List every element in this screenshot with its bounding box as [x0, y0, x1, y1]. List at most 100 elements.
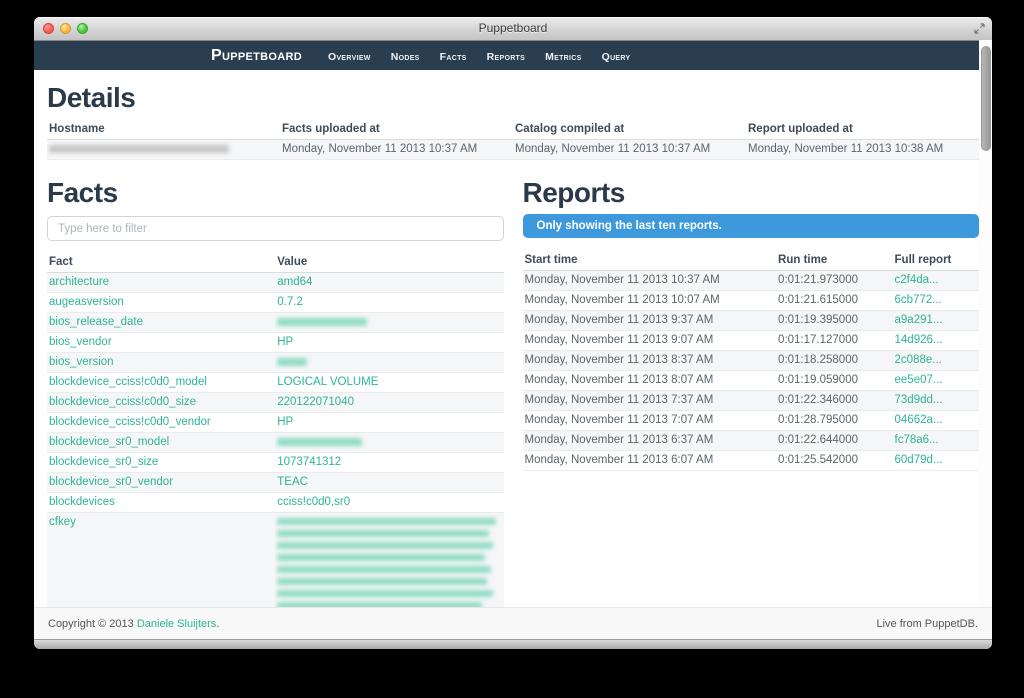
- fact-row: blockdevice_cciss!c0d0_model LOGICAL VOLU…: [47, 373, 504, 393]
- nav-item-query[interactable]: Query: [592, 51, 641, 63]
- fact-name-link[interactable]: blockdevices: [49, 496, 115, 508]
- navbar-brand[interactable]: Puppetboard: [211, 47, 302, 65]
- report-row: Monday, November 11 2013 7:37 AM0:01:22.…: [523, 391, 980, 411]
- fact-value-cell: 1073741312: [275, 453, 503, 473]
- report-start-time-cell: Monday, November 11 2013 9:07 AM: [523, 331, 777, 351]
- report-row: Monday, November 11 2013 8:07 AM0:01:19.…: [523, 371, 980, 391]
- fact-name-link[interactable]: blockdevice_sr0_model: [49, 436, 169, 448]
- report-run-time-cell: 0:01:28.795000: [776, 411, 892, 431]
- fact-name-link[interactable]: blockdevice_cciss!c0d0_vendor: [49, 416, 211, 428]
- fact-value-link[interactable]: amd64: [277, 276, 312, 288]
- report-row: Monday, November 11 2013 10:07 AM0:01:21…: [523, 291, 980, 311]
- fact-name-link[interactable]: blockdevice_cciss!c0d0_model: [49, 376, 207, 388]
- fact-value-link[interactable]: 1073741312: [277, 456, 341, 468]
- facts-filter-input[interactable]: [47, 216, 504, 241]
- fact-value-link[interactable]: 220122071040: [277, 396, 354, 408]
- report-hash-cell: 6cb772...: [893, 291, 979, 311]
- details-date-cell: Monday, November 11 2013 10:38 AM: [746, 140, 979, 160]
- fact-name-link[interactable]: blockdevice_cciss!c0d0_size: [49, 396, 196, 408]
- report-run-time-cell: 0:01:22.644000: [776, 431, 892, 451]
- report-hash-cell: 2c088e...: [893, 351, 979, 371]
- details-column-header: Hostname: [47, 119, 280, 140]
- nav-item-overview[interactable]: Overview: [318, 51, 381, 63]
- fact-name-link[interactable]: blockdevice_sr0_vendor: [49, 476, 173, 488]
- fact-name-cell: architecture: [47, 273, 275, 293]
- fact-value-cell: [275, 313, 503, 333]
- fact-name-link[interactable]: bios_version: [49, 356, 114, 368]
- window-titlebar[interactable]: Puppetboard: [34, 17, 992, 41]
- main-navbar: Puppetboard OverviewNodesFactsReportsMet…: [34, 41, 992, 71]
- fact-row: blockdevice_sr0_model: [47, 433, 504, 453]
- fact-name-link[interactable]: augeasversion: [49, 296, 124, 308]
- details-table: HostnameFacts uploaded atCatalog compile…: [47, 119, 979, 160]
- facts-column-header: Fact: [47, 252, 275, 273]
- fact-name-link[interactable]: architecture: [49, 276, 109, 288]
- window-title: Puppetboard: [34, 17, 992, 40]
- full-report-link[interactable]: a9a291...: [895, 314, 943, 326]
- full-report-link[interactable]: 04662a...: [895, 414, 943, 426]
- details-heading: Details: [47, 82, 979, 114]
- full-report-link[interactable]: 6cb772...: [895, 294, 942, 306]
- full-report-link[interactable]: ee5e07...: [895, 374, 943, 386]
- fact-value-link[interactable]: HP: [277, 416, 293, 428]
- fact-name-link[interactable]: blockdevice_sr0_size: [49, 456, 158, 468]
- full-report-link[interactable]: 14d926...: [895, 334, 943, 346]
- fact-value-link[interactable]: LOGICAL VOLUME: [277, 376, 378, 388]
- page-footer: Copyright © 2013 Daniele Sluijters. Live…: [34, 607, 992, 640]
- report-run-time-cell: 0:01:21.615000: [776, 291, 892, 311]
- report-row: Monday, November 11 2013 9:07 AM0:01:17.…: [523, 331, 980, 351]
- fact-value-link[interactable]: HP: [277, 336, 293, 348]
- fact-value-cell: HP: [275, 413, 503, 433]
- scrollbar-track[interactable]: [979, 40, 992, 607]
- fact-value-cell: LOGICAL VOLUME: [275, 373, 503, 393]
- report-run-time-cell: 0:01:21.973000: [776, 271, 892, 291]
- fact-value-cell: HP: [275, 333, 503, 353]
- full-report-link[interactable]: fc78a6...: [895, 434, 939, 446]
- fact-value-cell: amd64: [275, 273, 503, 293]
- reports-heading: Reports: [523, 177, 980, 209]
- report-start-time-cell: Monday, November 11 2013 8:37 AM: [523, 351, 777, 371]
- nav-item-metrics[interactable]: Metrics: [535, 51, 592, 63]
- scrollbar-thumb[interactable]: [981, 46, 991, 151]
- full-report-link[interactable]: c2f4da...: [895, 274, 939, 286]
- fact-row: cfkey: [47, 513, 504, 608]
- details-column-header: Report uploaded at: [746, 119, 979, 140]
- fact-value-link[interactable]: cciss!c0d0,sr0: [277, 496, 350, 508]
- report-start-time-cell: Monday, November 11 2013 10:07 AM: [523, 291, 777, 311]
- fact-name-cell: bios_release_date: [47, 313, 275, 333]
- fact-row: bios_release_date: [47, 313, 504, 333]
- live-from-puppetdb-text: Live from PuppetDB.: [877, 618, 979, 630]
- fact-name-link[interactable]: bios_release_date: [49, 316, 143, 328]
- full-report-link[interactable]: 60d79d...: [895, 454, 943, 466]
- app-window: Puppetboard Puppetboard OverviewNodesFac…: [34, 17, 992, 649]
- report-hash-cell: c2f4da...: [893, 271, 979, 291]
- copyright-author-link[interactable]: Daniele Sluijters: [137, 618, 216, 630]
- fact-row: blockdevice_cciss!c0d0_size 220122071040: [47, 393, 504, 413]
- fact-value-cell: [275, 353, 503, 373]
- details-column-header: Facts uploaded at: [280, 119, 513, 140]
- fact-name-link[interactable]: cfkey: [49, 516, 76, 528]
- window-resize-icon[interactable]: [973, 22, 986, 35]
- nav-item-facts[interactable]: Facts: [430, 51, 477, 63]
- fact-row: blockdevice_sr0_vendor TEAC: [47, 473, 504, 493]
- report-hash-cell: 60d79d...: [893, 451, 979, 471]
- full-report-link[interactable]: 73d9dd...: [895, 394, 943, 406]
- nav-item-reports[interactable]: Reports: [477, 51, 535, 63]
- fact-row: blockdevices cciss!c0d0,sr0: [47, 493, 504, 513]
- report-row: Monday, November 11 2013 6:07 AM0:01:25.…: [523, 451, 980, 471]
- fact-name-cell: blockdevice_sr0_model: [47, 433, 275, 453]
- fact-name-cell: bios_version: [47, 353, 275, 373]
- fact-name-cell: blockdevices: [47, 493, 275, 513]
- fact-value-link[interactable]: 0.7.2: [277, 296, 303, 308]
- reports-column-header: Start time: [523, 250, 777, 271]
- fact-value-link[interactable]: TEAC: [277, 476, 308, 488]
- fact-name-link[interactable]: bios_vendor: [49, 336, 112, 348]
- nav-item-nodes[interactable]: Nodes: [381, 51, 430, 63]
- facts-column-header: Value: [275, 252, 503, 273]
- full-report-link[interactable]: 2c088e...: [895, 354, 942, 366]
- reports-column-header: Full report: [893, 250, 979, 271]
- fact-name-cell: augeasversion: [47, 293, 275, 313]
- report-start-time-cell: Monday, November 11 2013 8:07 AM: [523, 371, 777, 391]
- fact-name-cell: blockdevice_sr0_vendor: [47, 473, 275, 493]
- report-start-time-cell: Monday, November 11 2013 6:07 AM: [523, 451, 777, 471]
